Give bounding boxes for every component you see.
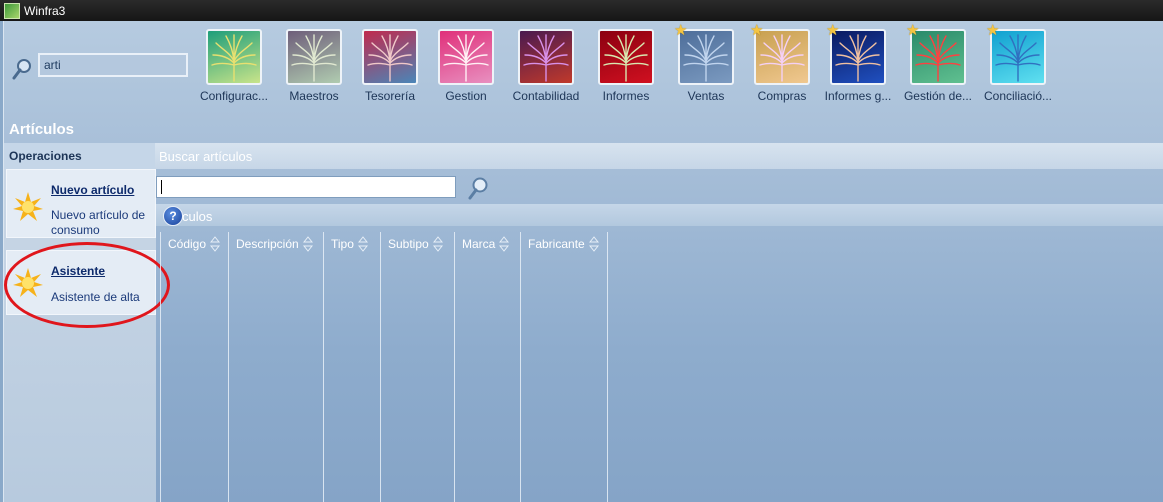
module-tile[interactable]: Conciliació... bbox=[978, 29, 1058, 103]
page-title: Artículos bbox=[9, 121, 75, 138]
favorite-star-icon: ★ bbox=[986, 22, 1000, 39]
module-tile[interactable]: Tesorería bbox=[350, 29, 430, 103]
column-header[interactable]: Tipo bbox=[331, 234, 368, 254]
module-label: Configurac... bbox=[199, 89, 269, 103]
column-header-label: Tipo bbox=[331, 237, 354, 251]
module-icon[interactable] bbox=[518, 29, 574, 85]
sort-arrows-icon[interactable] bbox=[432, 236, 443, 252]
question-icon[interactable]: ? bbox=[163, 206, 183, 226]
column-divider bbox=[454, 232, 455, 502]
tree-icon bbox=[523, 34, 569, 82]
sun-icon bbox=[13, 192, 43, 221]
column-header-label: Descripción bbox=[236, 237, 299, 251]
column-header[interactable]: Fabricante bbox=[528, 234, 599, 254]
title-bar: Winfra3 bbox=[0, 0, 1163, 21]
operation-title[interactable]: Nuevo artículo bbox=[51, 183, 134, 197]
module-label: Informes g... bbox=[824, 89, 892, 103]
column-header-label: Código bbox=[168, 237, 207, 251]
module-label: Maestros bbox=[289, 89, 339, 103]
column-header[interactable]: Marca bbox=[462, 234, 510, 254]
tree-icon bbox=[995, 34, 1041, 82]
module-icon[interactable] bbox=[286, 29, 342, 85]
tree-icon bbox=[759, 34, 805, 82]
module-icon[interactable] bbox=[438, 29, 494, 85]
tree-icon bbox=[367, 34, 413, 82]
module-label: Gestión de... bbox=[903, 89, 973, 103]
module-label: Tesorería bbox=[364, 89, 416, 103]
sort-arrows-icon[interactable] bbox=[499, 236, 510, 252]
favorite-star-icon: ★ bbox=[674, 22, 688, 39]
column-header[interactable]: Descripción bbox=[236, 234, 313, 254]
module-label: Ventas bbox=[687, 89, 725, 103]
column-header-label: Subtipo bbox=[388, 237, 429, 251]
tree-icon bbox=[211, 34, 257, 82]
window-title: Winfra3 bbox=[24, 3, 66, 18]
results-title: culos bbox=[182, 209, 213, 224]
column-divider bbox=[228, 232, 229, 502]
tree-icon bbox=[835, 34, 881, 82]
sort-arrows-icon[interactable] bbox=[357, 236, 368, 252]
operation-desc: Nuevo artículo de consumo bbox=[51, 208, 146, 237]
favorite-star-icon: ★ bbox=[906, 22, 920, 39]
favorite-star-icon: ★ bbox=[750, 22, 764, 39]
column-divider bbox=[520, 232, 521, 502]
module-label: Conciliació... bbox=[983, 89, 1053, 103]
highlight-circle bbox=[4, 242, 170, 328]
favorite-star-icon: ★ bbox=[826, 22, 840, 39]
results-header-bar bbox=[156, 204, 1163, 226]
tree-icon bbox=[603, 34, 649, 82]
module-tile[interactable]: Contabilidad bbox=[506, 29, 586, 103]
module-label: Gestion bbox=[445, 89, 487, 103]
module-tile[interactable]: Informes g... bbox=[818, 29, 898, 103]
main-window: arti Configurac... Maestros Tesorería Gesti… bbox=[3, 21, 1163, 502]
module-icon[interactable] bbox=[206, 29, 262, 85]
column-divider bbox=[607, 232, 608, 502]
sort-arrows-icon[interactable] bbox=[210, 236, 221, 252]
module-icon[interactable] bbox=[598, 29, 654, 85]
search-icon[interactable] bbox=[467, 176, 489, 200]
operation-nuevo-articulo[interactable]: Nuevo artículo Nuevo artículo de consumo bbox=[6, 169, 156, 238]
module-tile[interactable]: Gestion bbox=[426, 29, 506, 103]
sort-arrows-icon[interactable] bbox=[302, 236, 313, 252]
module-label: Compras bbox=[757, 89, 807, 103]
module-label: Contabilidad bbox=[512, 89, 580, 103]
tree-icon bbox=[291, 34, 337, 82]
module-tile[interactable]: Configurac... bbox=[194, 29, 274, 103]
module-search-input[interactable]: arti bbox=[38, 53, 188, 77]
module-tile[interactable]: Compras bbox=[742, 29, 822, 103]
column-header[interactable]: Subtipo bbox=[388, 234, 443, 254]
app-icon bbox=[4, 2, 20, 19]
module-tile[interactable]: Maestros bbox=[274, 29, 354, 103]
column-header-label: Marca bbox=[462, 237, 496, 251]
tree-icon bbox=[443, 34, 489, 82]
column-divider bbox=[323, 232, 324, 502]
operations-header: Operaciones bbox=[4, 143, 155, 169]
column-divider bbox=[380, 232, 381, 502]
module-label: Informes bbox=[602, 89, 650, 103]
module-tile[interactable]: Informes bbox=[586, 29, 666, 103]
tree-icon bbox=[915, 34, 961, 82]
column-header[interactable]: Código bbox=[168, 234, 221, 254]
text-caret bbox=[161, 180, 162, 194]
sort-arrows-icon[interactable] bbox=[588, 236, 599, 252]
search-icon[interactable] bbox=[12, 57, 32, 81]
column-header-label: Fabricante bbox=[528, 237, 585, 251]
module-tile[interactable]: Gestión de... bbox=[898, 29, 978, 103]
module-icon[interactable] bbox=[362, 29, 418, 85]
tree-icon bbox=[683, 34, 729, 82]
search-section-title: Buscar artículos bbox=[159, 149, 253, 164]
module-tile[interactable]: Ventas bbox=[666, 29, 746, 103]
column-divider bbox=[160, 232, 161, 502]
search-input[interactable] bbox=[156, 176, 456, 198]
